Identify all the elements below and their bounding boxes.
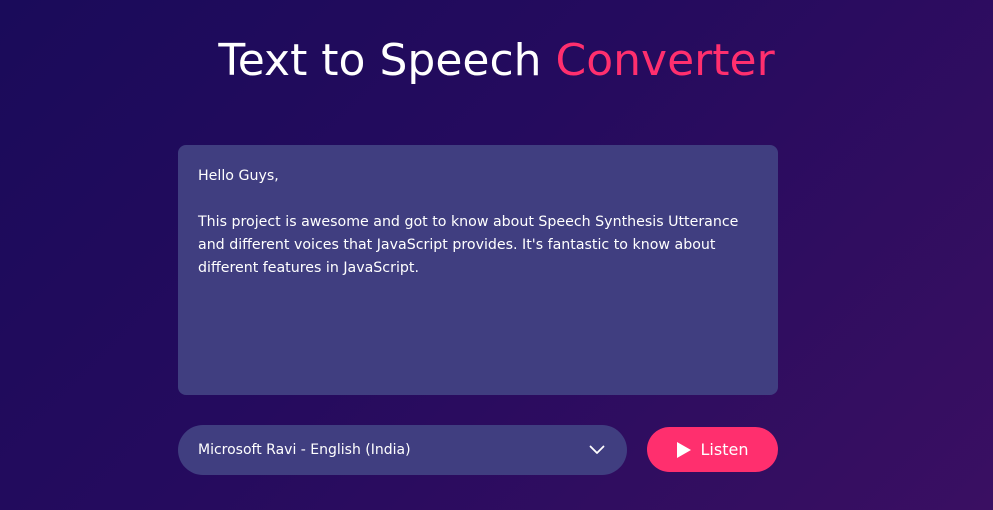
listen-button[interactable]: Listen <box>647 427 778 472</box>
page-title: Text to Speech Converter <box>0 34 993 88</box>
voice-select[interactable]: Microsoft Ravi - English (India) <box>178 425 627 475</box>
voice-select-value: Microsoft Ravi - English (India) <box>198 442 411 458</box>
play-icon <box>676 441 691 458</box>
chevron-down-icon <box>589 445 605 454</box>
text-input-area[interactable]: Hello Guys, This project is awesome and … <box>178 145 778 395</box>
title-accent: Converter <box>555 35 775 86</box>
title-main: Text to Speech <box>218 35 556 86</box>
listen-button-label: Listen <box>700 440 749 459</box>
